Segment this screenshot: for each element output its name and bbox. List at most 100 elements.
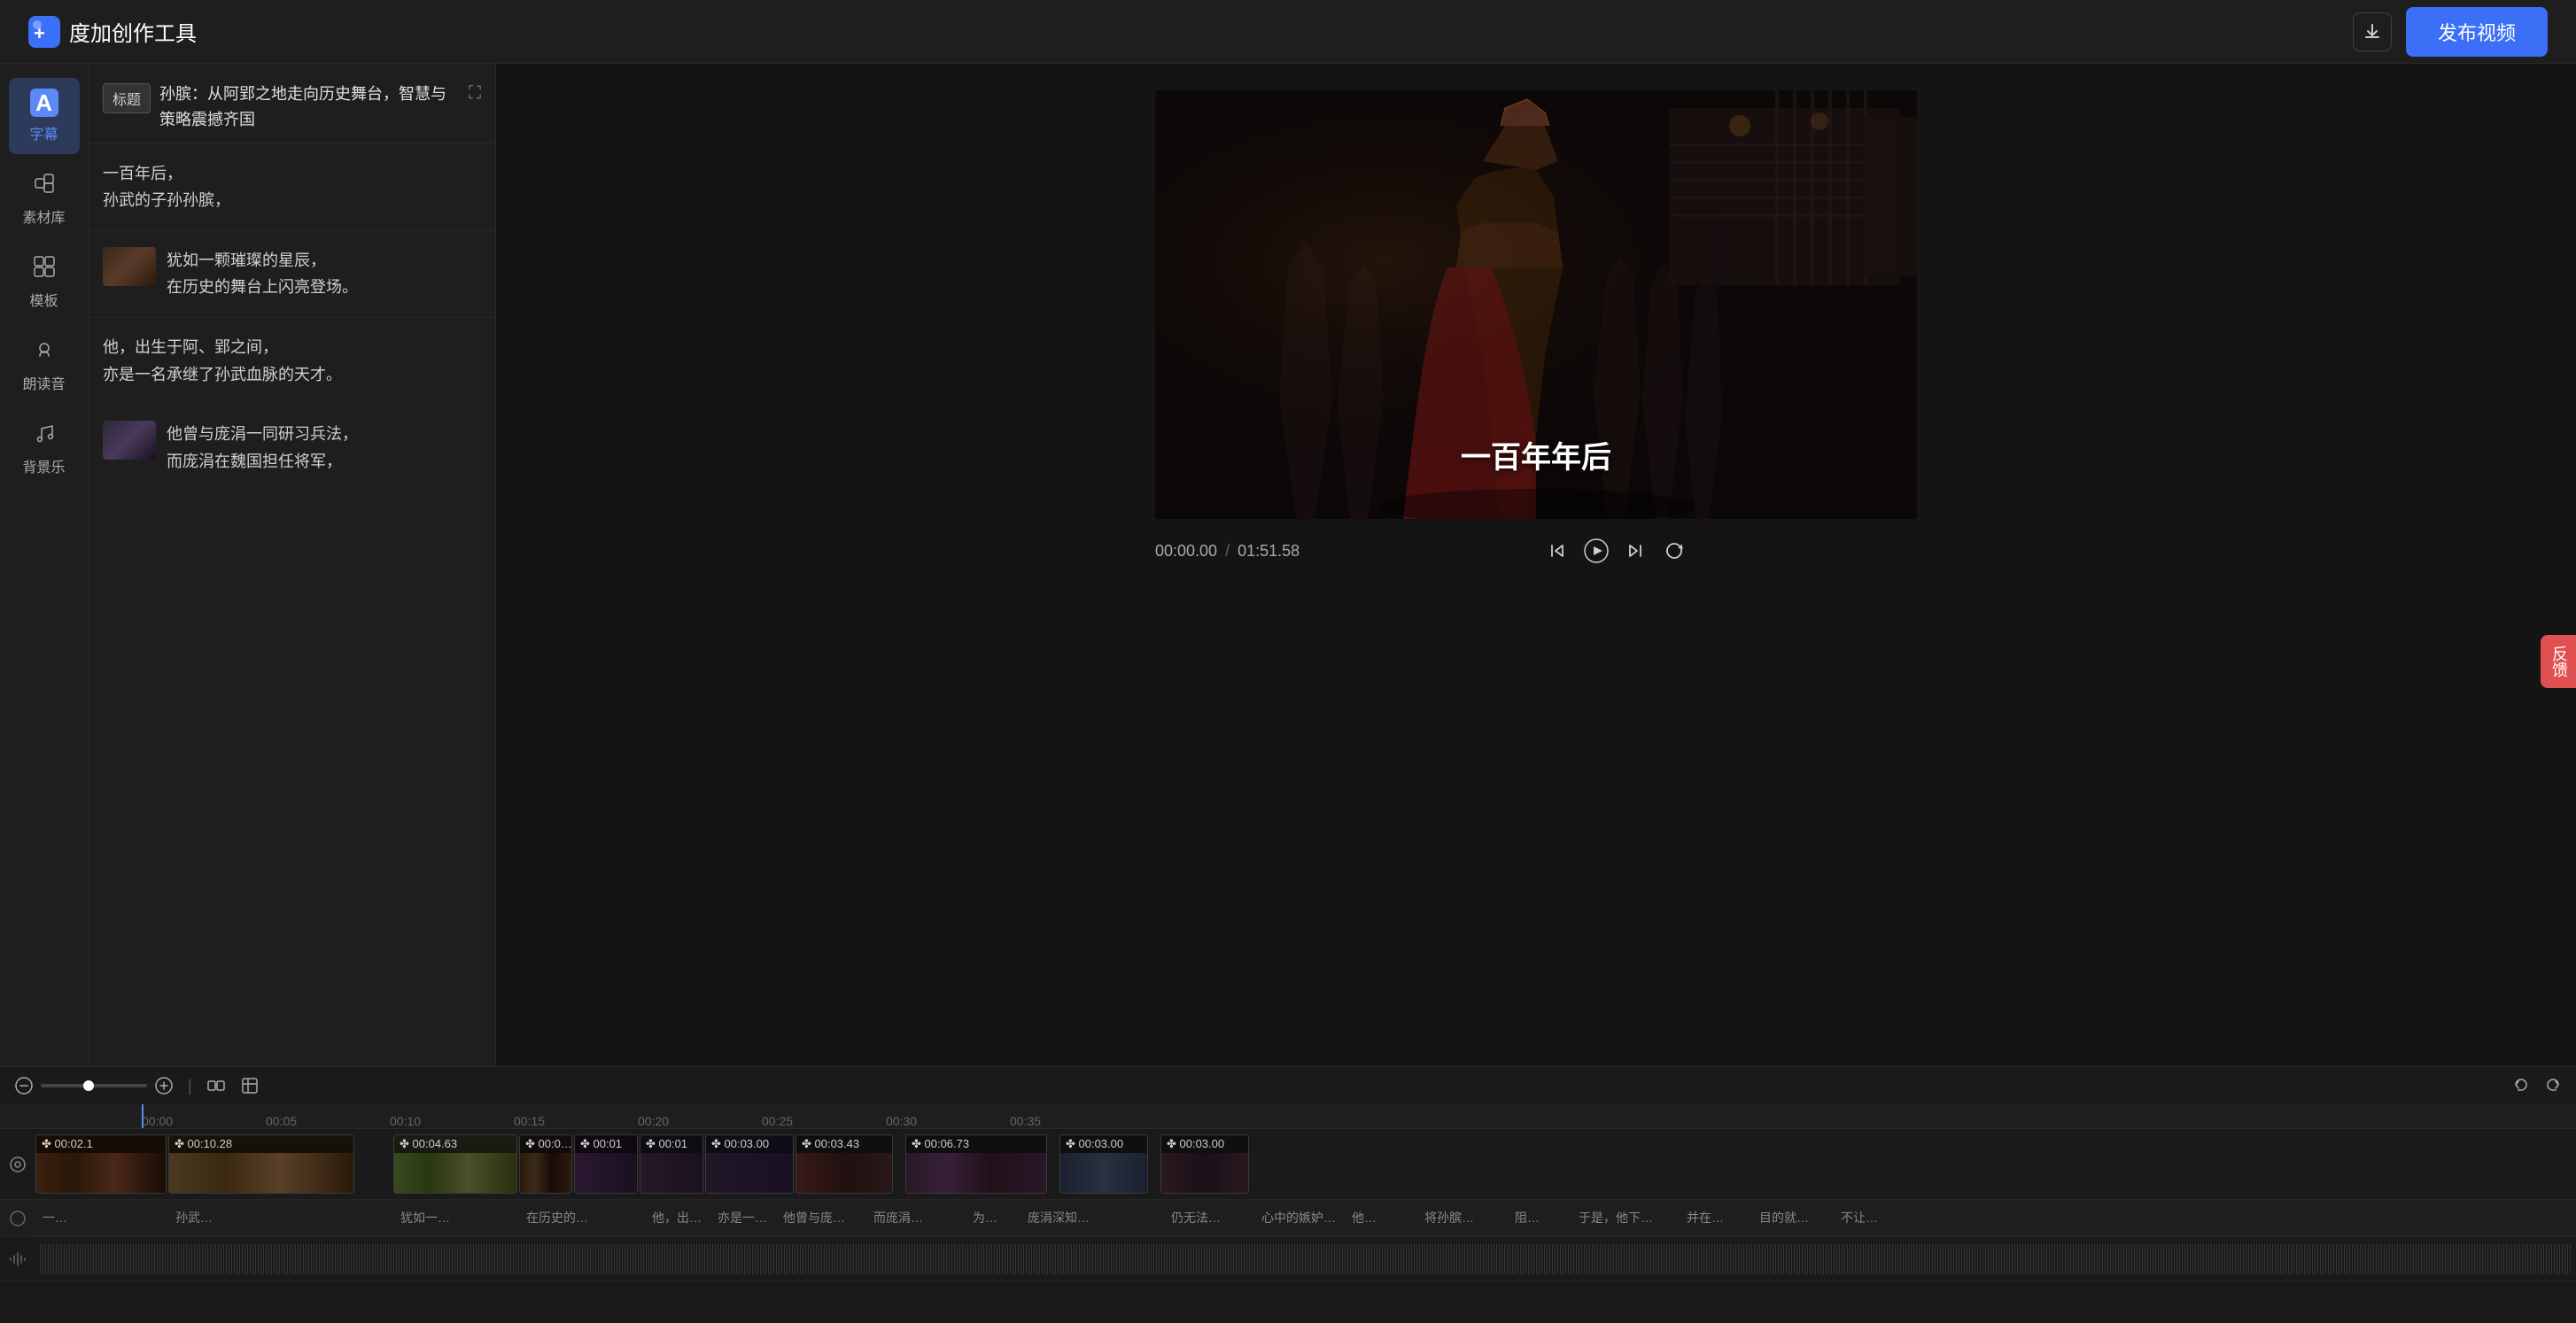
clip-10-header: ✤ 00:03.00 <box>1060 1135 1147 1153</box>
zoom-out-button[interactable] <box>14 1076 34 1095</box>
script-entries: 一百年后， 孙武的子孙孙膑， 犹如一颗璀璨的星辰， 在历史的舞台上闪亮登场。 <box>89 144 495 492</box>
script-entry-3[interactable]: 他，出生于阿、郢之间， 亦是一名承继了孙武血脉的天才。 <box>89 318 495 405</box>
clip-5[interactable]: ✤ 00:01 <box>574 1134 638 1194</box>
undo-button[interactable] <box>2512 1076 2532 1095</box>
sidebar-item-narration[interactable]: 朗读音 <box>9 328 80 404</box>
subtitle-label-11: 庞涓深知… <box>1020 1209 1162 1226</box>
script-entry-1[interactable]: 一百年后， 孙武的子孙孙膑， <box>89 144 495 231</box>
sidebar-item-assets[interactable]: 素材库 <box>9 161 80 237</box>
thumb-inner-2 <box>103 247 156 286</box>
crop-button[interactable] <box>240 1076 260 1095</box>
narration-icon <box>33 338 56 367</box>
subtitle-label-19: 目的就… <box>1752 1209 1832 1226</box>
subtitle-label-7: 亦是一名承继… <box>710 1209 774 1226</box>
clip-6-header: ✤ 00:01 <box>640 1135 702 1153</box>
ruler-mark-5: 00:25 <box>762 1114 886 1128</box>
time-total: 01:51.58 <box>1238 542 1300 560</box>
clip-10[interactable]: ✤ 00:03.00 <box>1059 1134 1148 1194</box>
loop-button[interactable] <box>1655 531 1694 570</box>
entry-1-line-1: 一百年后， <box>103 160 481 188</box>
timeline-tracks: ✤ 00:02.1 ✤ 00:10.28 ✤ 00:04.63 <box>0 1129 2576 1323</box>
header-actions: 发布视频 <box>2353 7 2548 57</box>
sidebar-label-narration: 朗读音 <box>22 372 65 393</box>
zoom-track[interactable] <box>41 1084 147 1087</box>
current-time: 00:00.00 / 01:51.58 <box>1155 542 1300 561</box>
clip-9[interactable]: ✤ 00:06.73 <box>905 1134 1047 1194</box>
play-button[interactable] <box>1577 531 1616 570</box>
undo-redo-group <box>2512 1076 2562 1095</box>
ruler-mark-6: 00:30 <box>886 1114 1010 1128</box>
subtitle-label-13: 心中的嫉妒与不平… <box>1254 1209 1343 1226</box>
script-panel: 标题 孙膑：从阿郢之地走向历史舞台，智慧与策略震撼齐国 ⛶ 一百年后， 孙武的子… <box>89 64 496 1066</box>
clip-2-header: ✤ 00:10.28 <box>169 1135 353 1153</box>
subtitle-label-8: 他曾与庞… <box>776 1209 865 1226</box>
entry-2-text: 犹如一颗璀璨的星辰， 在历史的舞台上闪亮登场。 <box>167 247 481 301</box>
publish-button[interactable]: 发布视频 <box>2406 7 2548 57</box>
subtitle-label-14: 他… <box>1345 1209 1416 1226</box>
clip-11-header: ✤ 00:03.00 <box>1161 1135 1248 1153</box>
clip-4[interactable]: ✤ 00:0… <box>519 1134 572 1194</box>
entry-2-line-1: 犹如一颗璀璨的星辰， <box>167 247 481 275</box>
clip-7-header: ✤ 00:03.00 <box>706 1135 793 1153</box>
clip-8[interactable]: ✤ 00:03.43 <box>795 1134 893 1194</box>
logo-area: + 度加创作工具 <box>28 16 197 48</box>
sidebar-item-bgm[interactable]: 背景乐 <box>9 411 80 487</box>
zoom-in-button[interactable] <box>154 1076 174 1095</box>
subtitle-label-track: 一… 孙武… 犹如一… 在历史的… 他，出生… 亦是一名承继… 他曾与庞… 而庞… <box>0 1200 2576 1237</box>
clip-11-frames <box>1161 1153 1248 1193</box>
video-scene: 一百年年后 <box>1155 90 1917 519</box>
toolbar-divider: | <box>188 1077 192 1095</box>
entry-2-thumb <box>103 247 156 286</box>
ruler-mark-7: 00:35 <box>1010 1114 1134 1128</box>
bgm-icon <box>33 422 56 450</box>
script-entry-2[interactable]: 犹如一颗璀璨的星辰， 在历史的舞台上闪亮登场。 <box>89 231 495 318</box>
clip-2[interactable]: ✤ 00:10.28 <box>168 1134 354 1194</box>
feedback-button[interactable]: 反馈 <box>2541 635 2576 688</box>
sidebar-label-assets: 素材库 <box>22 205 65 227</box>
skip-forward-button[interactable] <box>1616 531 1655 570</box>
subtitle-label-18: 并在… <box>1680 1209 1750 1226</box>
subtitle-label-5: 在历史的… <box>519 1209 643 1226</box>
clip-6[interactable]: ✤ 00:01 <box>640 1134 703 1194</box>
clip-9-frames <box>906 1153 1046 1193</box>
entry-4-line-2: 而庞涓在魏国担任将军， <box>167 448 481 476</box>
redo-button[interactable] <box>2542 1076 2562 1095</box>
zoom-slider <box>14 1076 174 1095</box>
clip-8-frames <box>796 1153 892 1193</box>
clip-11[interactable]: ✤ 00:03.00 <box>1160 1134 1249 1194</box>
time-separator: / <box>1225 542 1234 560</box>
sidebar-item-template[interactable]: 模板 <box>9 244 80 321</box>
thumb-inner-4 <box>103 421 156 460</box>
main-area: A 字幕 素材库 模板 <box>0 64 2576 1066</box>
video-track-row: ✤ 00:02.1 ✤ 00:10.28 ✤ 00:04.63 <box>0 1129 2576 1200</box>
skip-back-button[interactable] <box>1538 531 1577 570</box>
script-title-bar: 标题 孙膑：从阿郢之地走向历史舞台，智慧与策略震撼齐国 ⛶ <box>89 64 495 144</box>
expand-icon[interactable]: ⛶ <box>469 83 481 104</box>
clip-1[interactable]: ✤ 00:02.1 <box>35 1134 167 1194</box>
subtitle-label-10: 为… <box>966 1209 1019 1226</box>
subtitle-label-1: 一… <box>35 1209 167 1226</box>
video-subtitle: 一百年年后 <box>1461 433 1611 476</box>
entry-1-line-2: 孙武的子孙孙膑， <box>103 187 481 214</box>
title-tag: 标题 <box>103 83 151 113</box>
clip-4-frames <box>520 1153 571 1193</box>
clip-3-header: ✤ 00:04.63 <box>394 1135 516 1153</box>
time-current: 00:00.00 <box>1155 542 1217 560</box>
subtitle-labels-container: 一… 孙武… 犹如一… 在历史的… 他，出生… 亦是一名承继… 他曾与庞… 而庞… <box>35 1200 2576 1236</box>
clip-3-frames <box>394 1153 516 1193</box>
download-button[interactable] <box>2353 12 2392 51</box>
subtitle-label-16: 阻… <box>1508 1209 1570 1226</box>
track-label-video <box>0 1156 35 1173</box>
subtitle-label-9: 而庞涓… <box>866 1209 964 1226</box>
video-track-content[interactable]: ✤ 00:02.1 ✤ 00:10.28 ✤ 00:04.63 <box>35 1129 2576 1199</box>
script-entry-4[interactable]: 他曾与庞涓一同研习兵法， 而庞涓在魏国担任将军， <box>89 405 495 491</box>
app-title: 度加创作工具 <box>69 16 197 47</box>
split-button[interactable] <box>206 1076 226 1095</box>
clip-gap-2 <box>895 1134 904 1194</box>
clip-10-frames <box>1060 1153 1147 1193</box>
clip-3[interactable]: ✤ 00:04.63 <box>393 1134 517 1194</box>
clip-9-header: ✤ 00:06.73 <box>906 1135 1046 1153</box>
entry-3-text: 他，出生于阿、郢之间， 亦是一名承继了孙武血脉的天才。 <box>103 334 481 388</box>
clip-7[interactable]: ✤ 00:03.00 <box>705 1134 794 1194</box>
sidebar-item-subtitle[interactable]: A 字幕 <box>9 78 80 154</box>
